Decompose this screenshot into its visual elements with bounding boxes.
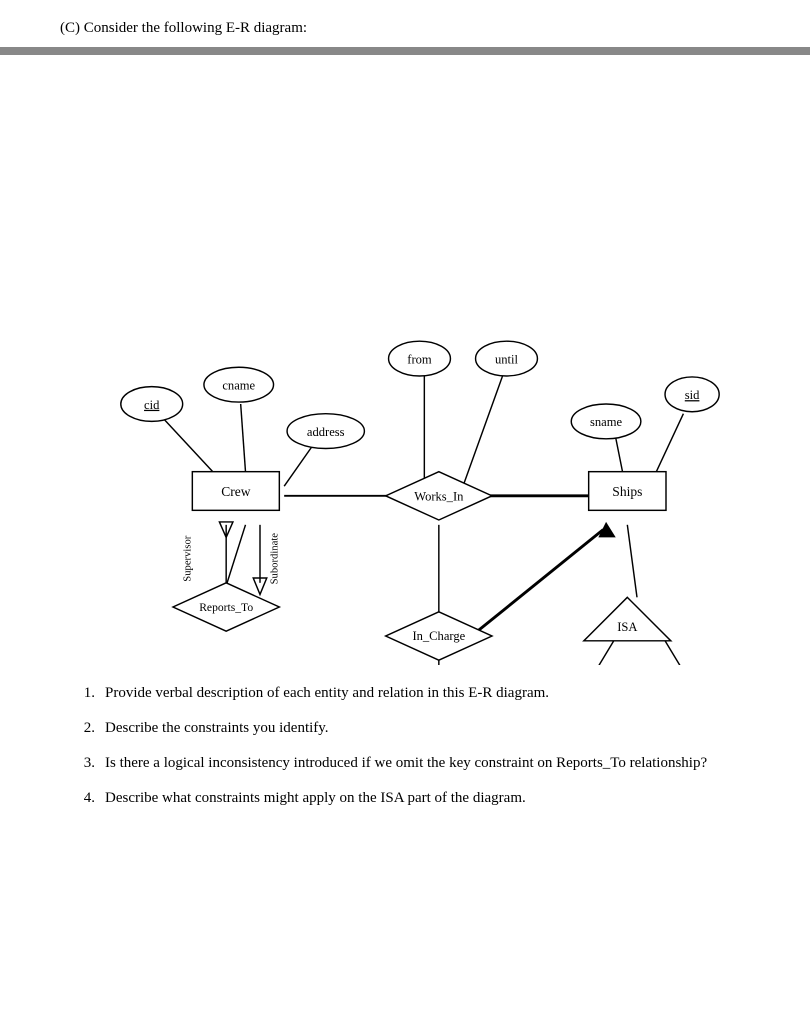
- svg-text:address: address: [307, 425, 345, 439]
- questions-section: 1. Provide verbal description of each en…: [60, 685, 750, 807]
- svg-text:ISA: ISA: [617, 620, 637, 634]
- svg-text:until: until: [495, 352, 519, 366]
- question-1-text: Provide verbal description of each entit…: [105, 685, 750, 702]
- question-3-num: 3.: [70, 755, 95, 772]
- divider: [0, 47, 810, 55]
- svg-text:In_Charge: In_Charge: [412, 629, 465, 643]
- svg-text:sname: sname: [590, 415, 622, 429]
- svg-text:cid: cid: [144, 398, 160, 412]
- svg-text:Reports_To: Reports_To: [199, 601, 253, 614]
- page: (C) Consider the following E-R diagram:: [0, 0, 810, 1024]
- svg-text:Supervisor: Supervisor: [182, 535, 193, 582]
- header-label: (C) Consider the following E-R diagram:: [60, 20, 750, 37]
- svg-text:Ships: Ships: [612, 484, 642, 499]
- question-2-num: 2.: [70, 720, 95, 737]
- question-3: 3. Is there a logical inconsistency intr…: [70, 755, 750, 772]
- svg-text:sid: sid: [685, 388, 700, 402]
- question-1-num: 1.: [70, 685, 95, 702]
- question-4-num: 4.: [70, 790, 95, 807]
- er-diagram-svg: Crew Ships tanker cruise Works_In In_Cha…: [65, 85, 745, 665]
- svg-text:cname: cname: [222, 379, 255, 393]
- svg-text:Subordinate: Subordinate: [269, 533, 280, 585]
- svg-text:from: from: [407, 352, 432, 366]
- svg-text:Crew: Crew: [221, 484, 251, 499]
- er-diagram-area: Crew Ships tanker cruise Works_In In_Cha…: [65, 85, 745, 665]
- question-4-text: Describe what constraints might apply on…: [105, 790, 750, 807]
- svg-text:Works_In: Works_In: [414, 490, 464, 504]
- question-3-text: Is there a logical inconsistency introdu…: [105, 755, 750, 772]
- question-2-text: Describe the constraints you identify.: [105, 720, 750, 737]
- question-2: 2. Describe the constraints you identify…: [70, 720, 750, 737]
- question-4: 4. Describe what constraints might apply…: [70, 790, 750, 807]
- question-1: 1. Provide verbal description of each en…: [70, 685, 750, 702]
